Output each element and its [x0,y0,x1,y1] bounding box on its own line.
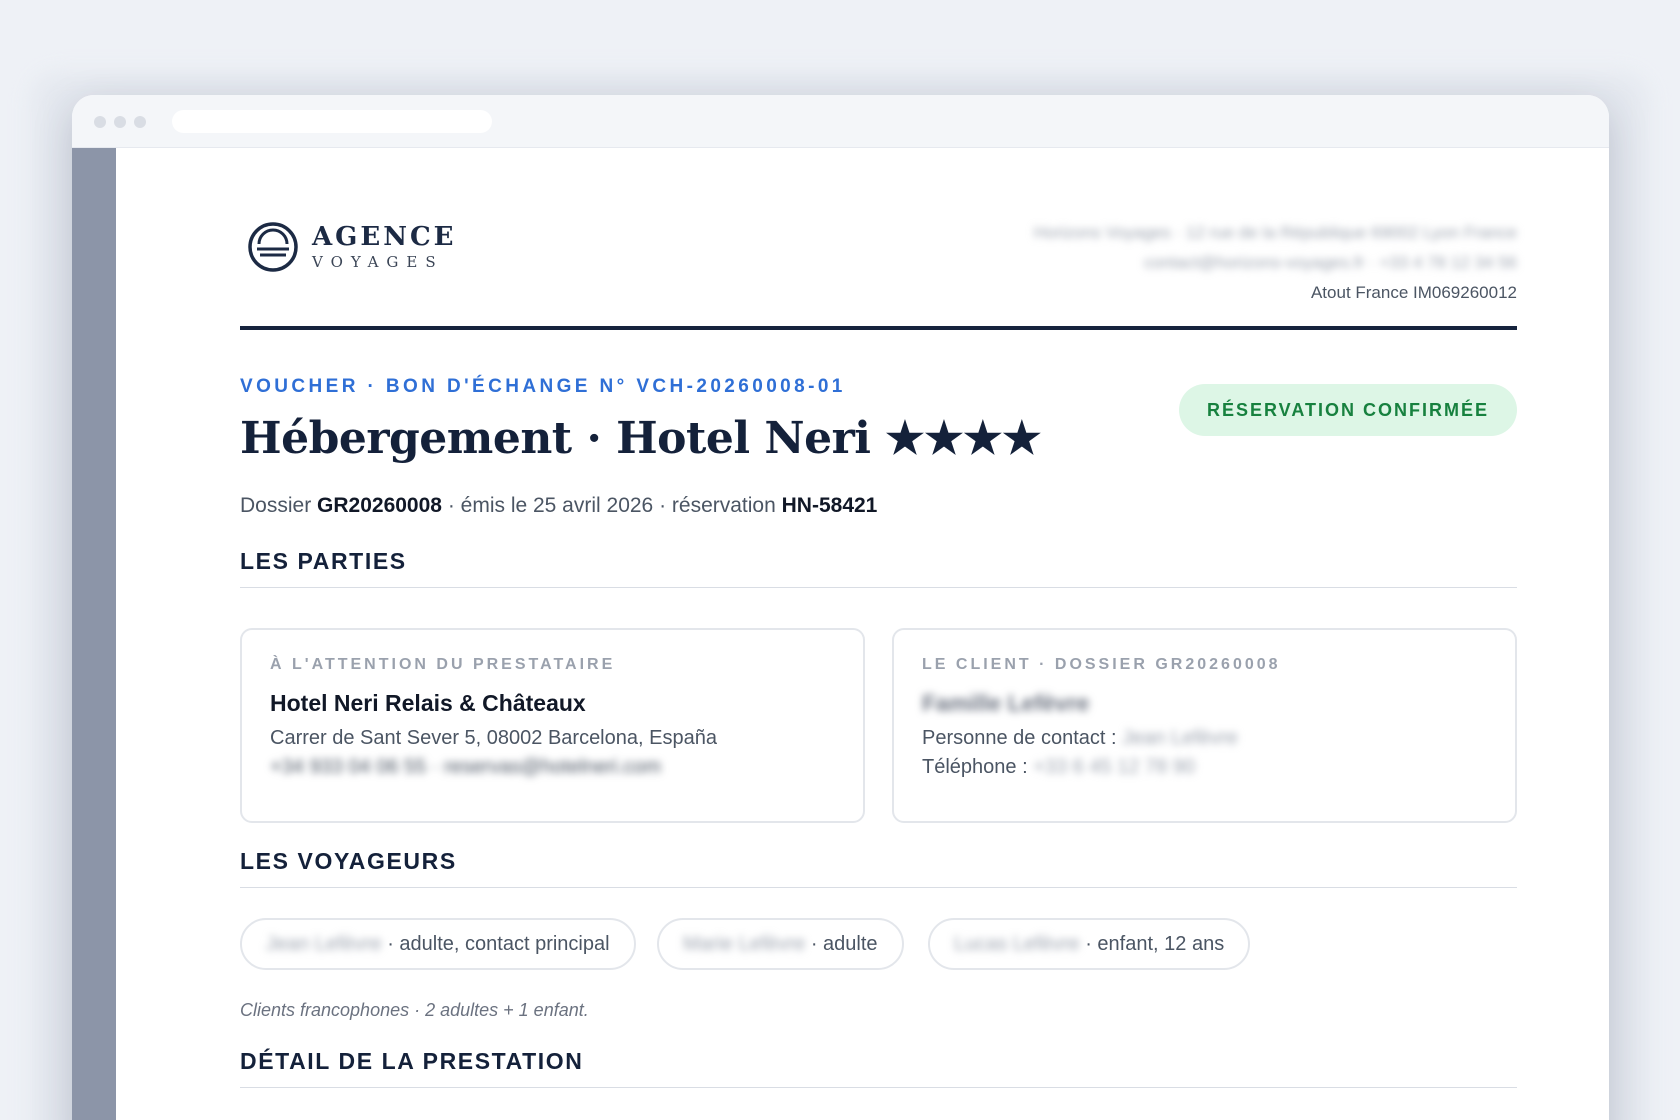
section-title-parties: LES PARTIES [240,548,1517,588]
traveller-role: · adulte, contact principal [387,933,610,955]
client-card: LE CLIENT · DOSSIER GR20260008 Famille L… [892,628,1517,823]
header-divider [240,326,1517,330]
window-minimize-dot[interactable] [114,116,126,128]
traveller-chip: Marie Lefèvre · adulte [657,918,904,970]
travellers-note: Clients francophones · 2 adultes + 1 enf… [240,1000,589,1020]
browser-window: AGENCE VOYAGES Horizons Voyages · 12 rue… [72,95,1609,1120]
globe-logo-icon [248,222,298,272]
voucher-number: VOUCHER · BON D'ÉCHANGE N° VCH-20260008-… [240,376,846,397]
address-bar[interactable] [172,110,492,133]
provider-card: À L'ATTENTION DU PRESTATAIRE Hotel Neri … [240,628,865,823]
issued-text: · émis le 25 avril 2026 · réservation [447,494,776,517]
provider-name: Hotel Neri Relais & Châteaux [270,690,586,716]
reservation-value: HN-58421 [781,494,878,517]
window-close-dot[interactable] [94,116,106,128]
voucher-meta: Dossier GR20260008 · émis le 25 avril 20… [240,494,877,518]
client-label: LE CLIENT · DOSSIER GR20260008 [922,656,1281,673]
client-contact-row: Personne de contact : Jean Lefèvre [922,727,1487,750]
section-title-service: DÉTAIL DE LA PRESTATION [240,1048,1517,1088]
agency-license: Atout France IM069260012 [1310,283,1517,302]
traveller-name: Lucas Lefèvre [954,933,1080,955]
client-phone-label: Téléphone : [922,756,1028,778]
logo-subtitle: VOYAGES [312,253,444,271]
client-phone-value: +33 6 45 12 78 90 [1033,756,1196,778]
traveller-name: Marie Lefèvre [683,933,806,955]
client-contact-label: Personne de contact : [922,727,1117,749]
traveller-name: Jean Lefèvre [266,933,382,955]
side-panel [72,148,116,1120]
page-title: Hébergement · Hotel Neri ★★★★ [240,413,1042,464]
logo-name: AGENCE [312,222,457,252]
window-titlebar [72,95,1609,148]
traveller-role: · enfant, 12 ans [1085,933,1225,955]
provider-label: À L'ATTENTION DU PRESTATAIRE [270,656,616,673]
client-contact-value: Jean Lefèvre [1122,727,1238,749]
provider-contact: +34 933 04 06 55 · reservas@hotelneri.co… [270,756,662,778]
logo-wordmark: AGENCE VOYAGES [312,222,456,272]
agency-contact: contact@horizons-voyages.fr · +33 4 78 1… [1143,253,1517,272]
status-badge: RÉSERVATION CONFIRMÉE [1178,384,1517,436]
dossier-value: GR20260008 [317,494,442,517]
section-title-travellers: LES VOYAGEURS [240,848,1517,888]
agency-address: Horizons Voyages · 12 rue de la Républiq… [1033,223,1517,242]
dossier-label: Dossier [240,494,312,517]
traveller-role: · adulte [810,933,878,955]
voucher-document: AGENCE VOYAGES Horizons Voyages · 12 rue… [116,148,1609,1120]
provider-address: Carrer de Sant Sever 5, 08002 Barcelona,… [270,727,717,749]
client-phone-row: Téléphone : +33 6 45 12 78 90 [922,756,1487,779]
agency-details: Horizons Voyages · 12 rue de la Républiq… [1034,218,1517,308]
window-maximize-dot[interactable] [134,116,146,128]
agency-logo: AGENCE VOYAGES [246,220,456,274]
traveller-chip: Jean Lefèvre · adulte, contact principal [240,918,636,970]
client-name: Famille Lefèvre [922,690,1090,716]
traveller-chip: Lucas Lefèvre · enfant, 12 ans [928,918,1251,970]
